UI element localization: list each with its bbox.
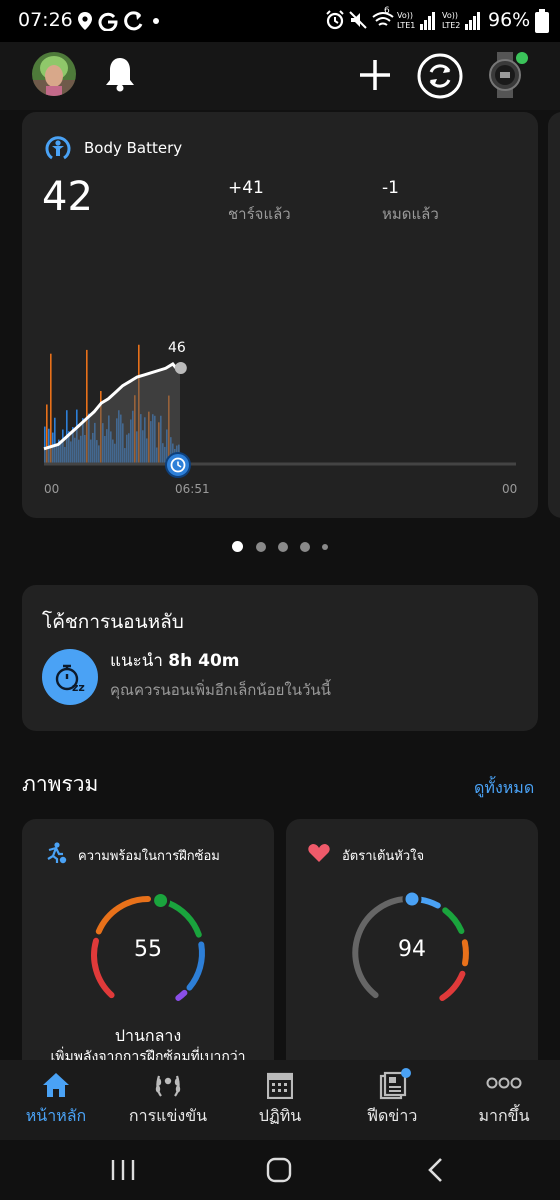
location-icon <box>78 12 92 30</box>
google-icon <box>98 12 118 31</box>
sleep-rec-value: 8h 40m <box>168 651 240 671</box>
recent-apps-icon[interactable] <box>110 1158 136 1182</box>
nav-challenges-label: การแข่งขัน <box>128 1106 208 1125</box>
nav-newsfeed-label: ฟีดข่าว <box>366 1106 418 1125</box>
sleep-coach-title: โค้ชการนอนหลับ <box>42 611 184 633</box>
avatar[interactable] <box>32 52 76 96</box>
status-bar: 07:26 6 Vo)) LTE1 Vo)) LTE2 96% <box>0 0 560 42</box>
heart-icon <box>308 844 330 862</box>
nav-more-label: มากขึ้น <box>478 1106 530 1125</box>
body-battery-endpoint <box>174 362 187 374</box>
body-battery-chart <box>43 344 516 478</box>
alarm-icon <box>326 10 344 30</box>
heart-rate-value: 94 <box>398 937 426 962</box>
nav-calendar-label: ปฏิทิน <box>258 1106 302 1125</box>
x-tick-end: 00 <box>502 482 518 496</box>
mute-icon <box>349 11 367 29</box>
nav-challenges[interactable]: การแข่งขัน <box>112 1060 224 1140</box>
heart-rate-title: อัตราเต้นหัวใจ <box>342 849 425 864</box>
watch-icon[interactable] <box>484 50 530 100</box>
page-dot[interactable] <box>300 542 310 552</box>
dot-icon <box>153 18 159 24</box>
plus-icon[interactable] <box>358 58 392 92</box>
page-dot[interactable] <box>322 544 328 550</box>
nav-calendar[interactable]: ปฏิทิน <box>224 1060 336 1140</box>
sleep-recommendation: แนะนำ 8h 40m <box>110 647 240 674</box>
nav-home[interactable]: หน้าหลัก <box>0 1060 112 1140</box>
page-indicator[interactable] <box>232 541 332 553</box>
sleep-rec-prefix: แนะนำ <box>110 651 163 671</box>
battery-percent: 96% <box>488 9 531 31</box>
heart-rate-card[interactable]: อัตราเต้นหัวใจ 94 <box>286 819 538 1079</box>
nav-newsfeed[interactable]: ฟีดข่าว <box>336 1060 448 1140</box>
overview-title: ภาพรวม <box>22 772 99 796</box>
sync-icon[interactable] <box>416 52 464 100</box>
signal-icon <box>420 12 435 30</box>
heart-rate-marker <box>402 889 422 909</box>
news-icon <box>379 1068 411 1100</box>
x-tick-now: 06:51 <box>175 482 210 496</box>
laurel-icon <box>155 1075 181 1097</box>
chart-peak-label: 46 <box>168 340 186 356</box>
lte2-label: LTE2 <box>442 21 461 30</box>
see-all-link[interactable]: ดูทั้งหมด <box>474 776 534 801</box>
x-tick-start: 00 <box>44 482 60 496</box>
status-time: 07:26 <box>18 9 73 31</box>
sleep-coach-subtitle: คุณควรนอนเพิ่มอีกเล็กน้อยในวันนี้ <box>110 681 331 699</box>
nav-home-label: หน้าหลัก <box>25 1106 87 1125</box>
body-battery-card[interactable]: Body Battery 42 +41 ชาร์จแล้ว -1 หมดแล้ว… <box>22 112 538 518</box>
wifi-number: 6 <box>384 6 390 16</box>
back-icon[interactable] <box>426 1157 446 1183</box>
sleep-timer-icon: zz <box>42 649 98 705</box>
sync-icon <box>124 11 143 31</box>
battery-icon <box>535 9 549 33</box>
bell-icon[interactable] <box>104 56 136 92</box>
top-app-bar <box>0 42 560 110</box>
wifi-icon <box>372 12 394 26</box>
bottom-navigation: หน้าหลัก การแข่งขัน ปฏิทิน ฟีดข่าว มากขึ… <box>0 1060 560 1140</box>
sleep-coach-card[interactable]: โค้ชการนอนหลับ zz แนะนำ 8h 40m คุณควรนอน… <box>22 585 538 731</box>
more-icon <box>486 1077 522 1089</box>
signal-icon <box>465 12 480 30</box>
svg-text:zz: zz <box>72 681 85 694</box>
page-dot[interactable] <box>232 541 243 552</box>
volte-label: Vo)) <box>397 11 413 20</box>
nav-more[interactable]: มากขึ้น <box>448 1060 560 1140</box>
runner-icon <box>47 842 67 864</box>
training-readiness-title: ความพร้อมในการฝึกซ้อม <box>78 849 220 864</box>
body-battery-area <box>44 364 180 464</box>
lte1-label: LTE1 <box>397 21 416 30</box>
home-icon <box>43 1073 69 1097</box>
page-dot[interactable] <box>278 542 288 552</box>
next-card-peek[interactable] <box>548 112 560 518</box>
training-readiness-card[interactable]: ความพร้อมในการฝึกซ้อม 55 ปานกลาง เพิ่มพล… <box>22 819 274 1079</box>
home-button-icon[interactable] <box>266 1157 292 1183</box>
system-navigation-bar <box>0 1140 560 1200</box>
volte-label-2: Vo)) <box>442 11 458 20</box>
training-readiness-value: 55 <box>134 937 162 962</box>
training-readiness-marker <box>151 891 171 910</box>
page-dot[interactable] <box>256 542 266 552</box>
now-marker-icon <box>165 452 191 478</box>
calendar-icon <box>267 1072 293 1099</box>
